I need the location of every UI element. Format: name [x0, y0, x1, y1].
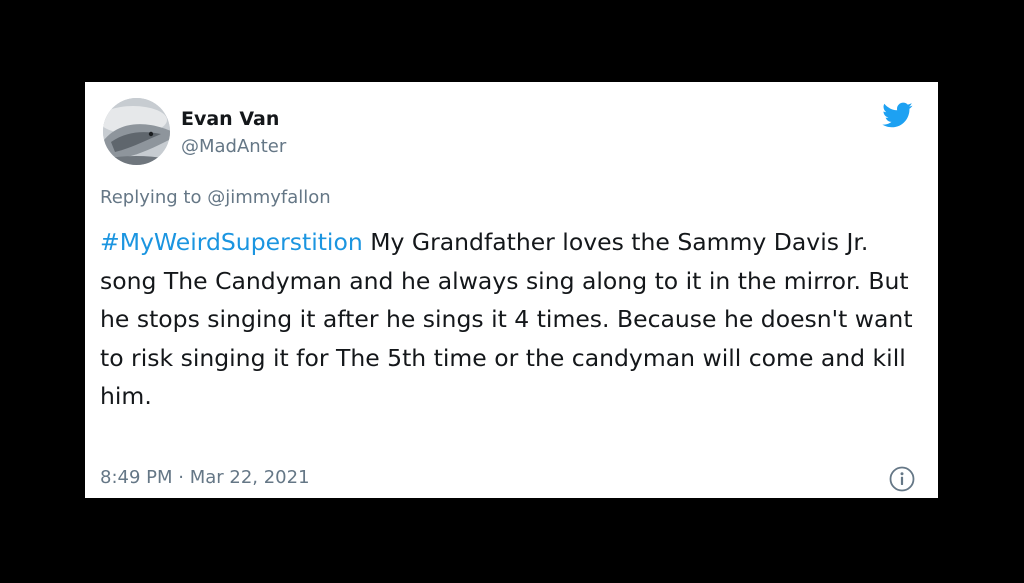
info-icon[interactable]	[889, 466, 915, 492]
hashtag-link[interactable]: #MyWeirdSuperstition	[100, 228, 363, 256]
replying-to[interactable]: Replying to @jimmyfallon	[100, 187, 331, 208]
user-name[interactable]: Evan Van	[181, 108, 279, 130]
user-handle[interactable]: @MadAnter	[181, 136, 286, 157]
avatar-image	[103, 98, 170, 165]
timestamp[interactable]: 8:49 PM · Mar 22, 2021	[100, 467, 310, 488]
tweet-text: #MyWeirdSuperstition My Grandfather love…	[100, 223, 915, 416]
avatar[interactable]	[103, 98, 170, 165]
twitter-bird-icon[interactable]	[879, 99, 915, 131]
tweet-card: Evan Van @MadAnter Replying to @jimmyfal…	[85, 82, 938, 498]
